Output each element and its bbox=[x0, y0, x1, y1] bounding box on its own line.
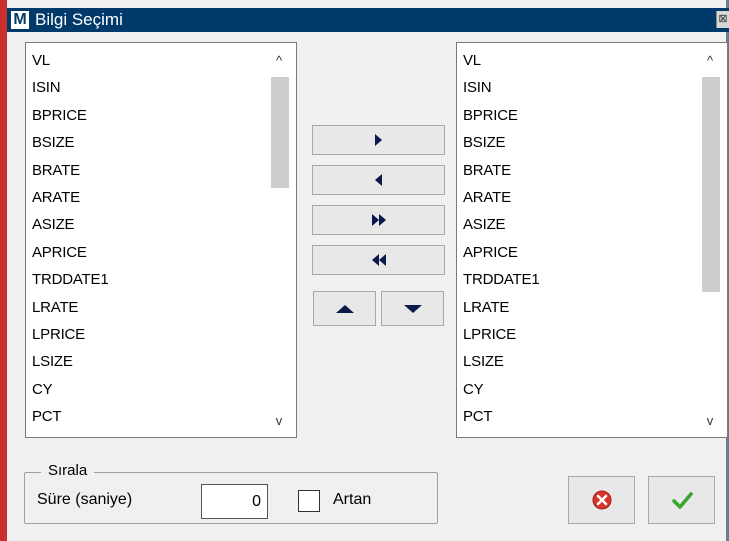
list-item[interactable]: BSIZE bbox=[463, 129, 693, 156]
scroll-down-icon[interactable]: v bbox=[262, 409, 296, 433]
add-selected-button[interactable] bbox=[312, 125, 445, 155]
scroll-thumb[interactable] bbox=[271, 77, 289, 188]
double-triangle-left-icon bbox=[371, 254, 386, 266]
selected-fields-items: VL ISIN BPRICE BSIZE BRATE ARATE ASIZE A… bbox=[463, 47, 693, 430]
list-item[interactable]: BPRICE bbox=[32, 102, 262, 129]
list-item[interactable]: TRDDATE1 bbox=[463, 266, 693, 293]
list-item[interactable]: BRATE bbox=[32, 157, 262, 184]
available-fields-items: VL ISIN BPRICE BSIZE BRATE ARATE ASIZE A… bbox=[32, 47, 262, 430]
list-item[interactable]: ASIZE bbox=[32, 211, 262, 238]
triangle-left-icon bbox=[375, 174, 382, 186]
scroll-track[interactable] bbox=[271, 77, 289, 423]
window-frame-left bbox=[0, 0, 7, 541]
list-item[interactable]: CY bbox=[32, 376, 262, 403]
scroll-down-icon[interactable]: v bbox=[693, 409, 727, 433]
red-x-circle-icon bbox=[592, 490, 611, 510]
list-item[interactable]: BPRICE bbox=[463, 102, 693, 129]
duration-input[interactable] bbox=[201, 484, 268, 519]
list-item[interactable]: VL bbox=[32, 47, 262, 74]
list-item[interactable]: LRATE bbox=[32, 294, 262, 321]
available-fields-list[interactable]: VL ISIN BPRICE BSIZE BRATE ARATE ASIZE A… bbox=[25, 42, 297, 438]
remove-selected-button[interactable] bbox=[312, 165, 445, 195]
list-item[interactable]: ASIZE bbox=[463, 211, 693, 238]
triangle-down-icon bbox=[403, 304, 422, 313]
scroll-track[interactable] bbox=[702, 77, 720, 423]
list-item[interactable]: ISIN bbox=[463, 74, 693, 101]
double-triangle-right-icon bbox=[371, 214, 386, 226]
triangle-right-icon bbox=[375, 134, 382, 146]
move-down-button[interactable] bbox=[381, 291, 444, 326]
scroll-up-icon[interactable]: ^ bbox=[693, 49, 727, 73]
selected-fields-scrollbar[interactable]: ^ v bbox=[693, 43, 727, 437]
available-fields-scrollbar[interactable]: ^ v bbox=[262, 43, 296, 437]
selected-fields-list[interactable]: VL ISIN BPRICE BSIZE BRATE ARATE ASIZE A… bbox=[456, 42, 728, 438]
sort-group-legend: Sırala bbox=[41, 460, 95, 482]
list-item[interactable]: BRATE bbox=[463, 157, 693, 184]
app-icon: M bbox=[11, 11, 29, 29]
close-icon[interactable]: ⊠ bbox=[716, 11, 729, 28]
ascending-label[interactable]: Artan bbox=[333, 489, 371, 511]
list-item[interactable]: LRATE bbox=[463, 294, 693, 321]
title-bar[interactable]: M Bilgi Seçimi ⊠ bbox=[7, 8, 729, 32]
duration-label: Süre (saniye) bbox=[37, 491, 133, 508]
list-item[interactable]: LSIZE bbox=[32, 348, 262, 375]
list-item[interactable]: VL bbox=[463, 47, 693, 74]
ok-button[interactable] bbox=[648, 476, 715, 524]
list-item[interactable]: TRDDATE1 bbox=[32, 266, 262, 293]
window-title: Bilgi Seçimi bbox=[35, 10, 123, 29]
list-item[interactable]: APRICE bbox=[32, 239, 262, 266]
triangle-up-icon bbox=[335, 304, 354, 313]
green-checkmark-icon bbox=[671, 492, 693, 509]
scroll-thumb[interactable] bbox=[702, 77, 720, 292]
cancel-button[interactable] bbox=[568, 476, 635, 524]
list-item[interactable]: CY bbox=[463, 376, 693, 403]
list-item[interactable]: ISIN bbox=[32, 74, 262, 101]
list-item[interactable]: APRICE bbox=[463, 239, 693, 266]
list-item[interactable]: PCT bbox=[463, 403, 693, 430]
list-item[interactable]: LPRICE bbox=[463, 321, 693, 348]
ascending-checkbox[interactable] bbox=[298, 490, 320, 512]
list-item[interactable]: LPRICE bbox=[32, 321, 262, 348]
list-item[interactable]: ARATE bbox=[32, 184, 262, 211]
move-up-button[interactable] bbox=[313, 291, 376, 326]
list-item[interactable]: BSIZE bbox=[32, 129, 262, 156]
add-all-button[interactable] bbox=[312, 205, 445, 235]
list-item[interactable]: LSIZE bbox=[463, 348, 693, 375]
list-item[interactable]: PCT bbox=[32, 403, 262, 430]
list-item[interactable]: ARATE bbox=[463, 184, 693, 211]
scroll-up-icon[interactable]: ^ bbox=[262, 49, 296, 73]
remove-all-button[interactable] bbox=[312, 245, 445, 275]
